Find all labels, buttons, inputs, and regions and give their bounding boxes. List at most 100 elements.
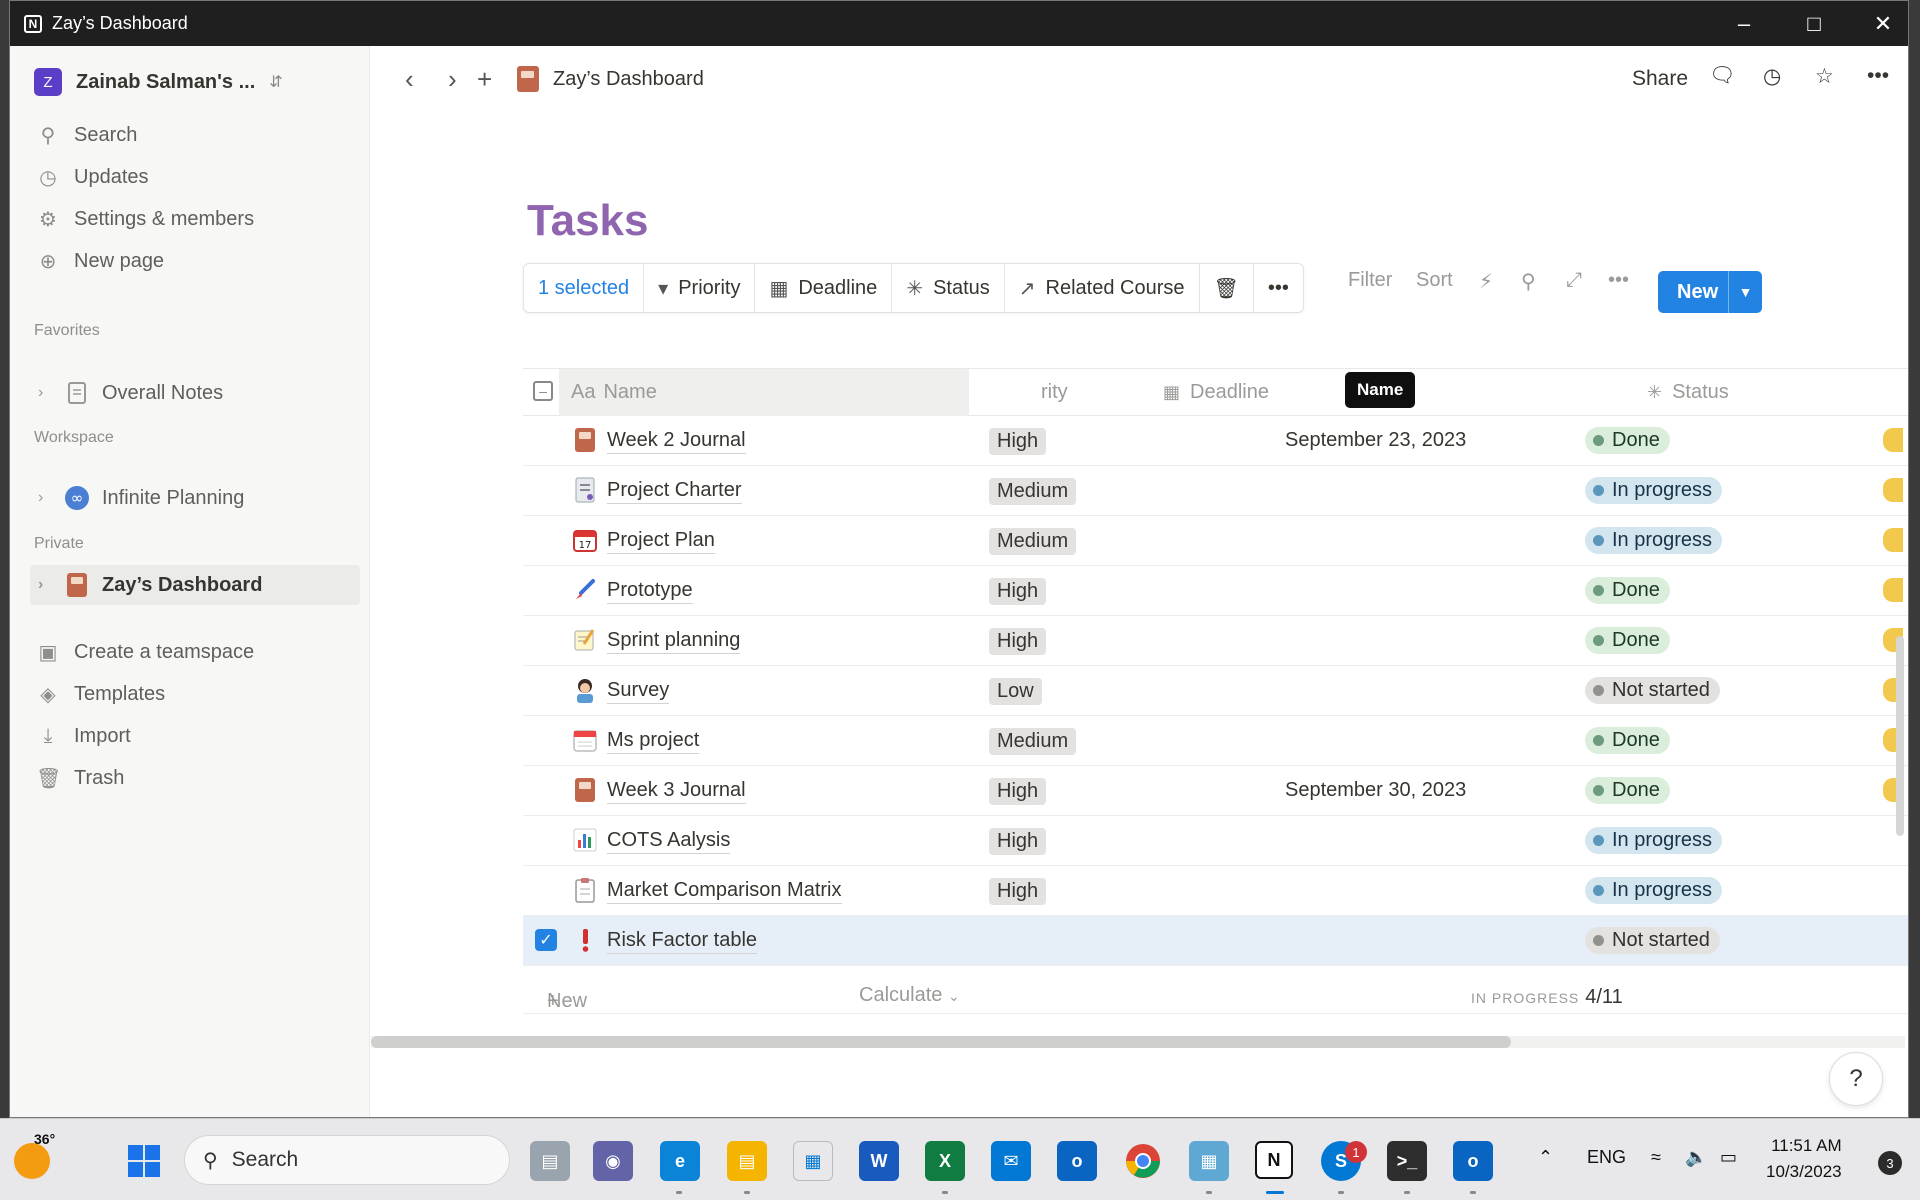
row-checkbox[interactable] (535, 779, 557, 801)
mail-icon[interactable]: ✉ (991, 1141, 1031, 1181)
status-tag[interactable]: Done (1585, 777, 1670, 804)
close-button[interactable]: ✕ (1848, 1, 1908, 46)
store-icon[interactable]: ▦ (793, 1141, 833, 1181)
priority-tag[interactable]: High (989, 628, 1047, 655)
document-icon[interactable] (573, 477, 597, 503)
table-row[interactable]: Project Charter Medium In progress (523, 466, 1908, 516)
sidebar-item-import[interactable]: ⤓ Import (36, 718, 131, 754)
sidebar-item-templates[interactable]: ◈ Templates (36, 676, 165, 712)
clipboard-icon[interactable] (573, 877, 597, 903)
terminal-icon[interactable]: >_ (1387, 1141, 1427, 1181)
scrollbar-thumb[interactable] (1896, 636, 1904, 836)
sidebar-item-infinite-planning[interactable]: › ∞ Infinite Planning (30, 478, 360, 518)
task-name[interactable]: Project Plan (607, 529, 715, 554)
priority-tag[interactable]: Medium (989, 528, 1077, 555)
excel-icon[interactable]: X (925, 1141, 965, 1181)
deadline-cell[interactable]: September 23, 2023 (1285, 429, 1466, 452)
chrome-icon[interactable] (1123, 1141, 1163, 1181)
task-name[interactable]: COTS Aalysis (607, 829, 731, 854)
more-icon[interactable]: ••• (1608, 269, 1629, 292)
priority-tag[interactable]: High (989, 778, 1047, 805)
column-header-priority[interactable]: rity (993, 381, 1068, 404)
workspace-switcher[interactable]: Z Zainab Salman's ... ⇵ (34, 68, 283, 96)
sidebar-item-settings[interactable]: ⚙ Settings & members (36, 201, 254, 237)
priority-tag[interactable]: High (989, 828, 1047, 855)
notification-badge[interactable]: 3 (1878, 1151, 1902, 1175)
battery-icon[interactable]: ▭ (1720, 1147, 1737, 1168)
sidebar-item-create-teamspace[interactable]: ▣ Create a teamspace (36, 634, 255, 670)
task-name[interactable]: Prototype (607, 579, 693, 604)
chevron-right-icon[interactable]: › (38, 576, 58, 594)
forward-arrow-icon[interactable]: › (448, 64, 457, 95)
task-view-icon[interactable]: ▤ (530, 1141, 570, 1181)
history-icon[interactable]: ◷ (1763, 64, 1781, 89)
vertical-scrollbar[interactable] (1896, 116, 1904, 1116)
start-icon[interactable] (124, 1141, 164, 1181)
priority-tag[interactable]: High (989, 428, 1047, 455)
row-checkbox[interactable] (535, 479, 557, 501)
status-tag[interactable]: Done (1585, 577, 1670, 604)
exclamation-icon[interactable] (573, 927, 597, 953)
priority-tag[interactable]: Medium (989, 478, 1077, 505)
minimize-button[interactable]: – (1709, 1, 1779, 46)
task-name[interactable]: Ms project (607, 729, 700, 754)
sort-button[interactable]: Sort (1416, 269, 1453, 292)
table-row[interactable]: Week 2 Journal High September 23, 2023 Done (523, 416, 1908, 466)
spiral-calendar-icon[interactable] (573, 727, 597, 753)
back-arrow-icon[interactable]: ‹ (405, 64, 414, 95)
sidebar-item-updates[interactable]: ◷ Updates (36, 159, 148, 195)
status-tag[interactable]: In progress (1585, 527, 1723, 554)
table-row[interactable]: Survey Low Not started (523, 666, 1908, 716)
table-row[interactable]: Ms project Medium Done (523, 716, 1908, 766)
automation-icon[interactable]: ⚡ (1479, 269, 1493, 294)
teams-icon[interactable]: ◉ (593, 1141, 633, 1181)
row-checkbox[interactable] (535, 679, 557, 701)
delete-action[interactable]: 🗑 (1200, 264, 1254, 312)
sidebar-item-search[interactable]: ⚲ Search (36, 117, 138, 153)
volume-icon[interactable]: 🔈 (1685, 1147, 1707, 1168)
table-row[interactable]: Sprint planning High Done (523, 616, 1908, 666)
task-name[interactable]: Survey (607, 679, 670, 704)
outlook-new-icon[interactable]: o (1453, 1141, 1493, 1181)
new-button[interactable]: New ▼ (1658, 271, 1762, 313)
status-tag[interactable]: Not started (1585, 927, 1720, 954)
file-explorer-icon[interactable]: ▤ (727, 1141, 767, 1181)
chevron-down-icon[interactable]: ▼ (1728, 271, 1762, 313)
deadline-action[interactable]: ▦ Deadline (755, 264, 893, 312)
priority-tag[interactable]: High (989, 578, 1047, 605)
row-checkbox[interactable]: ✓ (535, 929, 557, 951)
table-row[interactable]: ✓ Risk Factor table Not started (523, 916, 1908, 966)
selected-count[interactable]: 1 selected (524, 264, 645, 312)
priority-action[interactable]: ▾ Priority (644, 264, 756, 312)
row-checkbox[interactable] (535, 629, 557, 651)
priority-tag[interactable]: Low (989, 678, 1042, 705)
outlook-icon[interactable]: o (1057, 1141, 1097, 1181)
table-row[interactable]: Prototype High Done (523, 566, 1908, 616)
row-checkbox[interactable] (535, 879, 557, 901)
status-tag[interactable]: In progress (1585, 827, 1723, 854)
wifi-icon[interactable]: ≈ (1651, 1147, 1661, 1168)
chevron-right-icon[interactable]: › (38, 489, 58, 507)
help-button[interactable]: ? (1829, 1052, 1883, 1106)
more-actions[interactable]: ••• (1254, 264, 1303, 312)
task-name[interactable]: Project Charter (607, 479, 742, 504)
sidebar-item-overall-notes[interactable]: › Overall Notes (30, 373, 360, 413)
weather-icon[interactable] (14, 1143, 50, 1179)
status-tag[interactable]: Done (1585, 727, 1670, 754)
share-button[interactable]: Share (1632, 67, 1688, 91)
task-name[interactable]: Market Comparison Matrix (607, 879, 842, 904)
edge-icon[interactable]: e (660, 1141, 700, 1181)
priority-tag[interactable]: Medium (989, 728, 1077, 755)
column-header-deadline[interactable]: ▦ Deadline (1163, 381, 1269, 404)
column-header-name[interactable]: Aa Name (559, 369, 969, 416)
task-name[interactable]: Risk Factor table (607, 929, 758, 954)
column-header-status[interactable]: ✳ Status (1647, 381, 1729, 404)
journal-icon[interactable] (573, 777, 597, 803)
status-tag[interactable]: In progress (1585, 877, 1723, 904)
scrollbar-thumb[interactable] (371, 1036, 1511, 1048)
filter-button[interactable]: Filter (1348, 269, 1392, 292)
status-tag[interactable]: In progress (1585, 477, 1723, 504)
row-checkbox[interactable] (535, 529, 557, 551)
notion-icon[interactable]: N (1255, 1141, 1293, 1179)
select-all-checkbox[interactable]: – (533, 381, 553, 401)
